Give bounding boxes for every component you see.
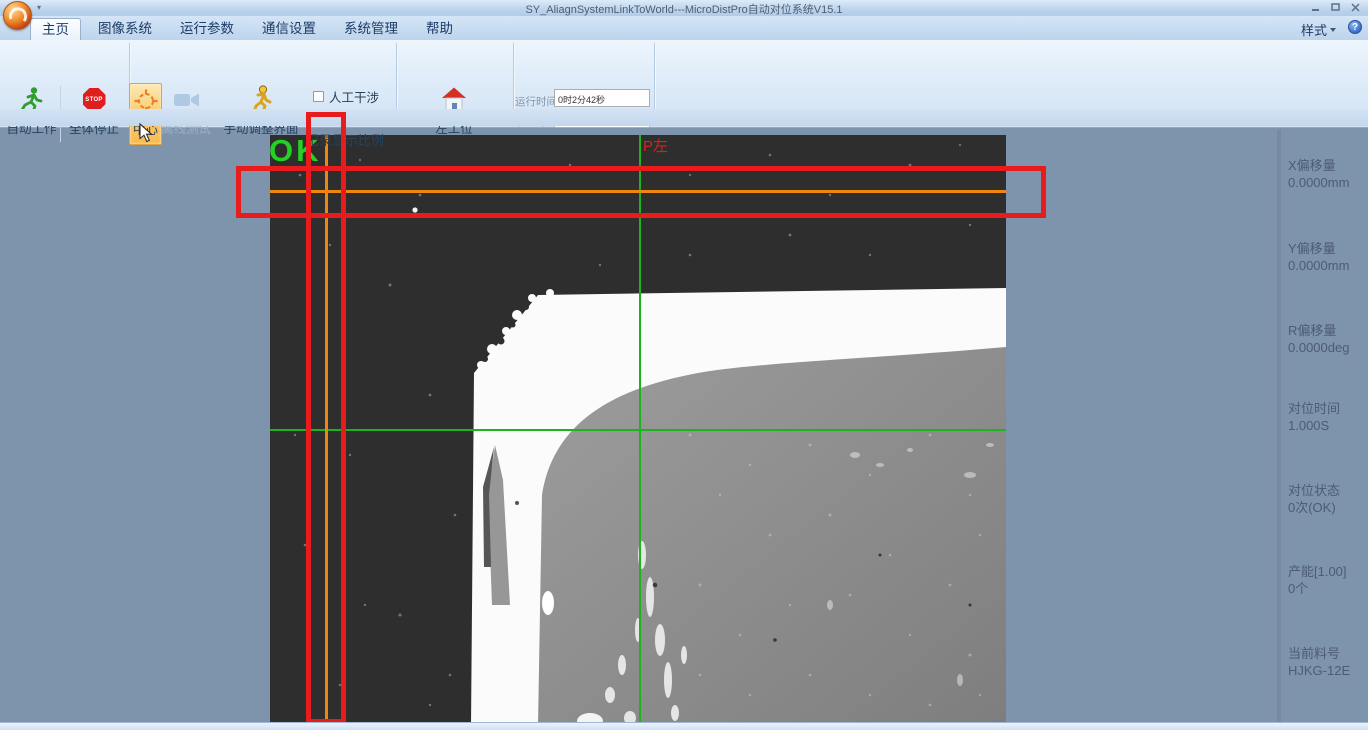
readout-label: R偏移量: [1288, 322, 1368, 339]
style-dropdown-caret-icon: [1330, 28, 1336, 32]
status-bar: [0, 722, 1368, 730]
readout-label: X偏移量: [1288, 157, 1368, 174]
readout-value: 0次(OK): [1288, 499, 1368, 516]
tab-help[interactable]: 帮助: [415, 18, 464, 40]
readout-label: 对位状态: [1288, 482, 1368, 499]
tab-run-params[interactable]: 运行参数: [169, 18, 245, 40]
camera-icon: [173, 91, 200, 109]
red-highlight-rect-horizontal: [236, 166, 1046, 218]
restore-icon: [1331, 3, 1340, 12]
orb-swirl-icon: [4, 2, 31, 29]
panel-divider: [1277, 130, 1281, 722]
readout-value: 0.0000mm: [1288, 174, 1368, 191]
tab-image-system[interactable]: 图像系统: [87, 18, 163, 40]
menu-tab-row: 主页 图像系统 运行参数 通信设置 系统管理 帮助 样式 ?: [0, 16, 1368, 40]
tab-home[interactable]: 主页: [30, 18, 81, 40]
manual-intervene-label: 人工干涉: [329, 87, 379, 106]
station-position-label: P左: [643, 135, 668, 156]
readout-label: 产能[1.00]: [1288, 563, 1368, 580]
app-logo-orb[interactable]: [3, 1, 32, 30]
readout-value: 0.0000mm: [1288, 257, 1368, 274]
readout-value: 1.000S: [1288, 417, 1368, 434]
help-icon: ?: [1352, 22, 1358, 33]
minimize-icon: [1311, 3, 1320, 12]
restore-button[interactable]: [1329, 2, 1342, 13]
close-icon: [1351, 3, 1360, 12]
ribbon-caption-strip: [0, 109, 1368, 126]
quick-access-caret-icon[interactable]: ▾: [37, 3, 41, 12]
tab-system-admin[interactable]: 系统管理: [333, 18, 409, 40]
readout-label: Y偏移量: [1288, 240, 1368, 257]
readout-capacity: 产能[1.00] 0个: [1288, 563, 1368, 597]
readout-part-number: 当前料号 HJKG-12E: [1288, 645, 1368, 679]
readout-x-offset: X偏移量 0.0000mm: [1288, 157, 1368, 191]
title-bar: SY_AliagnSystemLinkToWorld---MicroDistPr…: [0, 0, 1368, 16]
window-title: SY_AliagnSystemLinkToWorld---MicroDistPr…: [0, 1, 1368, 17]
stop-icon-text: STOP: [85, 97, 102, 103]
readout-align-time: 对位时间 1.000S: [1288, 400, 1368, 434]
close-button[interactable]: [1349, 2, 1362, 13]
red-highlight-rect-vertical: [306, 112, 346, 724]
mouse-cursor-icon: [139, 123, 153, 143]
help-button[interactable]: ?: [1348, 20, 1362, 34]
manual-intervene-checkbox[interactable]: 人工干涉: [313, 87, 379, 106]
readout-value: 0.0000deg: [1288, 339, 1368, 356]
readout-align-status: 对位状态 0次(OK): [1288, 482, 1368, 516]
readout-value: 0个: [1288, 580, 1368, 597]
readout-label: 当前料号: [1288, 645, 1368, 662]
tab-comm-settings[interactable]: 通信设置: [251, 18, 327, 40]
checkbox-icon: [313, 91, 324, 102]
style-menu[interactable]: 样式: [1301, 20, 1336, 39]
minimize-button[interactable]: [1309, 2, 1322, 13]
readout-value: HJKG-12E: [1288, 662, 1368, 679]
ribbon: 自动工作 STOP 全体停止 系统自动/停止操作 中心 离线测试: [0, 40, 1368, 128]
camera-feed: [270, 135, 1006, 726]
style-menu-label: 样式: [1301, 20, 1327, 39]
readout-y-offset: Y偏移量 0.0000mm: [1288, 240, 1368, 274]
run-time-field[interactable]: 0时2分42秒: [554, 89, 650, 107]
readout-label: 对位时间: [1288, 400, 1368, 417]
readout-r-offset: R偏移量 0.0000deg: [1288, 322, 1368, 356]
